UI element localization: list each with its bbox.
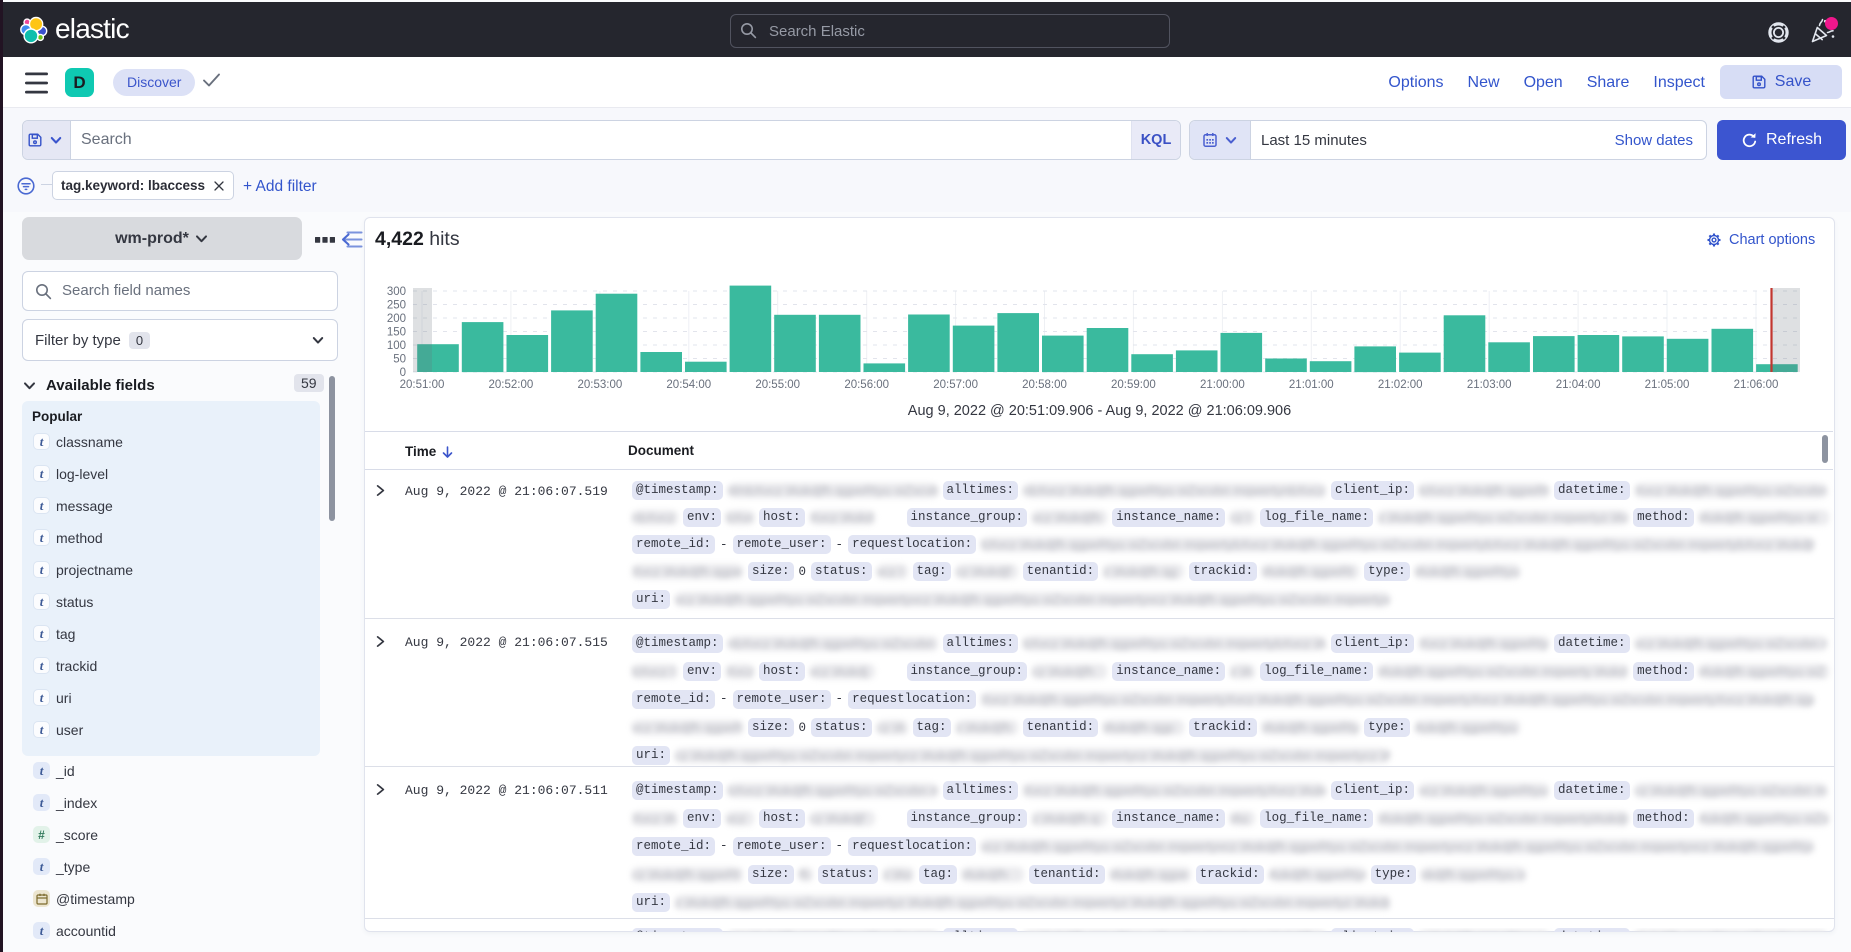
svg-text:250: 250: [387, 300, 406, 312]
svg-text:20:52:00: 20:52:00: [489, 379, 534, 391]
svg-text:21:04:00: 21:04:00: [1556, 379, 1601, 391]
svg-text:20:55:00: 20:55:00: [755, 379, 800, 391]
svg-text:21:03:00: 21:03:00: [1467, 379, 1512, 391]
svg-text:20:53:00: 20:53:00: [578, 379, 623, 391]
svg-text:20:56:00: 20:56:00: [844, 379, 889, 391]
svg-text:200: 200: [387, 313, 406, 325]
svg-text:50: 50: [393, 354, 406, 366]
svg-text:20:58:00: 20:58:00: [1022, 379, 1067, 391]
svg-text:21:00:00: 21:00:00: [1200, 379, 1245, 391]
svg-text:21:02:00: 21:02:00: [1378, 379, 1423, 391]
svg-text:20:54:00: 20:54:00: [666, 379, 711, 391]
svg-text:100: 100: [387, 340, 406, 352]
svg-text:20:51:00: 20:51:00: [400, 379, 445, 391]
svg-text:0: 0: [400, 367, 406, 379]
svg-text:20:57:00: 20:57:00: [933, 379, 978, 391]
svg-text:21:06:00: 21:06:00: [1734, 379, 1779, 391]
svg-text:21:01:00: 21:01:00: [1289, 379, 1334, 391]
svg-text:20:59:00: 20:59:00: [1111, 379, 1156, 391]
svg-text:150: 150: [387, 327, 406, 339]
svg-text:300: 300: [387, 286, 406, 298]
svg-text:21:05:00: 21:05:00: [1645, 379, 1690, 391]
